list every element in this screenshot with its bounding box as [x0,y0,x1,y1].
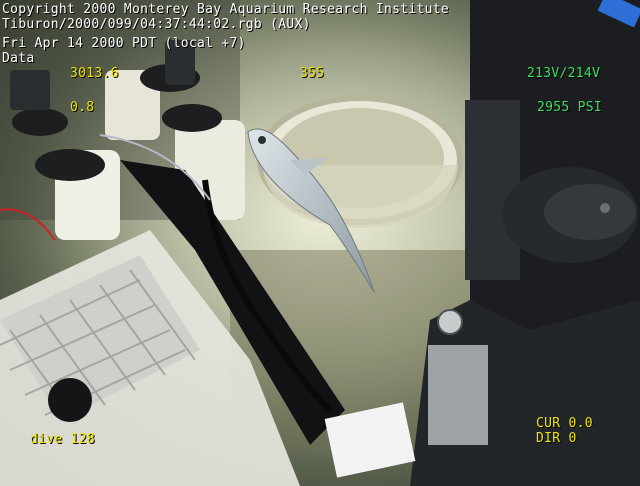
thruster-cap [544,184,636,240]
crate-knob [48,378,92,422]
voltage-readout: 213V/214V [527,66,601,81]
thruster-bolt [600,203,610,213]
small-readout: 0.8 [70,100,95,115]
metal-plate [428,345,488,445]
direction-readout: DIR 0 [536,431,577,446]
hex-bolt [437,309,463,335]
rov-bracket [465,100,520,280]
date-line: Fri Apr 14 2000 PDT (local +7) [2,36,246,51]
dive-number: dive 128 [30,432,96,447]
heading-readout: 3013.6 [70,66,119,81]
core-cap-2 [162,104,222,132]
filename-line: Tiburon/2000/099/04:37:44:02.rgb (AUX) [2,17,311,32]
depth-readout: 355 [300,66,325,81]
core-handle-2 [10,70,50,110]
pressure-readout: 2955 PSI [537,100,603,115]
rov-video-frame: Copyright 2000 Monterey Bay Aquarium Res… [0,0,640,486]
fish-eye [258,136,266,144]
current-readout: CUR 0.0 [536,416,593,431]
core-cap-3 [12,108,68,136]
core-cap-1 [35,149,105,181]
data-label: Data [2,51,35,66]
copyright-line: Copyright 2000 Monterey Bay Aquarium Res… [2,2,449,17]
